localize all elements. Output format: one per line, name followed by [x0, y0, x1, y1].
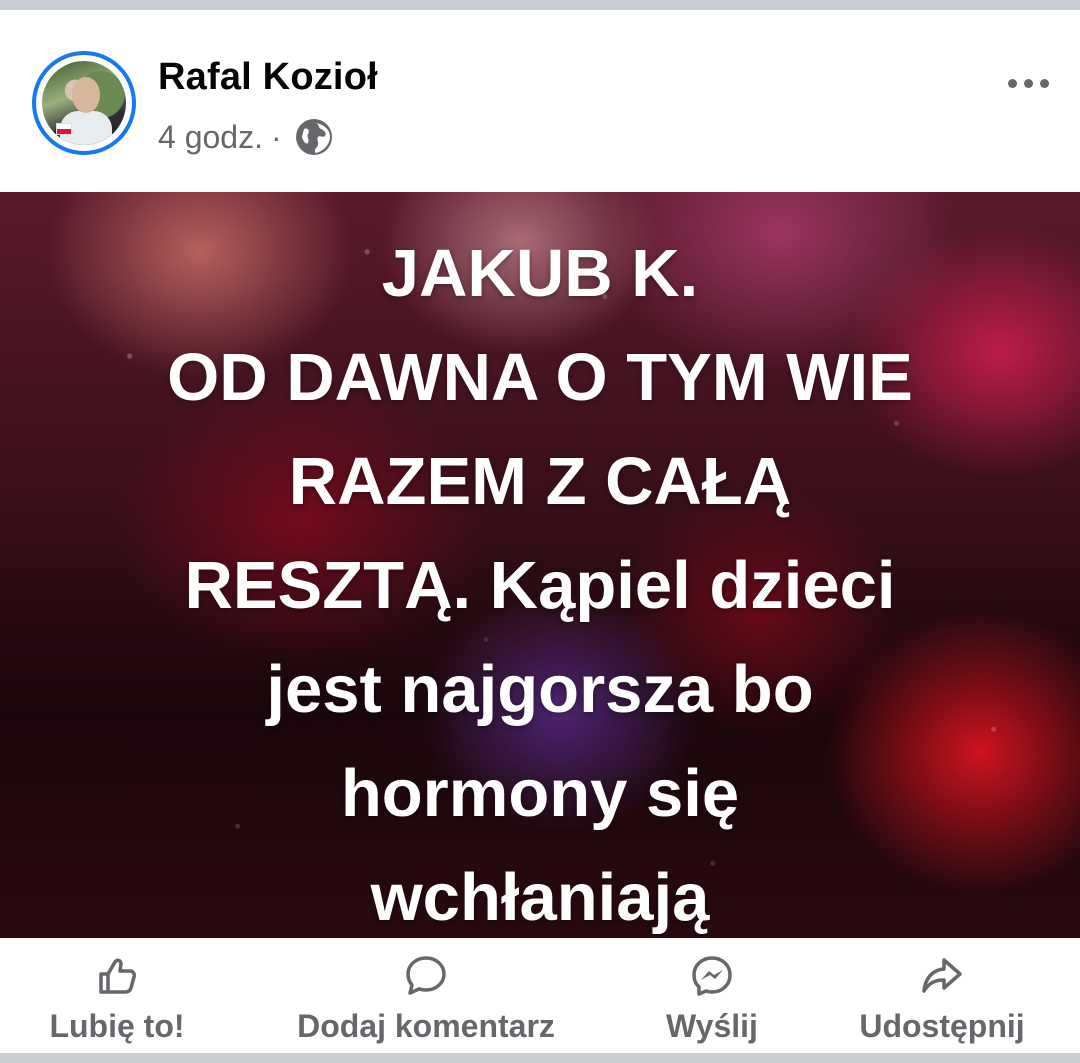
comment-button[interactable]: Dodaj komentarz — [280, 954, 572, 1045]
share-label: Udostępnij — [859, 1008, 1025, 1044]
bottom-divider — [0, 1053, 1080, 1063]
post-text-line: OD DAWNA O TYM WIE — [167, 340, 913, 415]
post-meta: 4 godz. · — [158, 117, 334, 157]
like-label: Lubię to! — [49, 1008, 185, 1044]
post-text-line: JAKUB K. — [381, 236, 699, 311]
thumbs-up-icon — [99, 958, 136, 994]
more-dots-icon — [1007, 78, 1017, 88]
post-text-line: hormony się — [340, 756, 740, 831]
comment-label: Dodaj komentarz — [297, 1008, 555, 1044]
avatar[interactable] — [32, 51, 136, 155]
like-button[interactable]: Lubię to! — [44, 954, 190, 1045]
post-text-line: RAZEM Z CAŁĄ — [288, 444, 792, 519]
avatar-photo — [42, 61, 126, 145]
meta-separator: · — [270, 118, 282, 155]
flag-badge-icon — [56, 123, 72, 135]
comment-icon — [406, 956, 446, 995]
send-button[interactable]: Wyślij — [660, 954, 764, 1045]
post-header: Rafal Kozioł 4 godz. · — [0, 20, 1080, 192]
post-image[interactable]: JAKUB K. OD DAWNA O TYM WIE RAZEM Z CAŁĄ… — [0, 192, 1080, 938]
globe-icon — [295, 119, 332, 155]
post-text-line: jest najgorsza bo — [266, 652, 814, 727]
post-text: JAKUB K. OD DAWNA O TYM WIE RAZEM Z CAŁĄ… — [40, 222, 1040, 938]
top-divider — [0, 0, 1080, 20]
send-label: Wyślij — [666, 1008, 758, 1044]
post-text-line: wchłaniają — [370, 860, 710, 935]
post-timestamp[interactable]: 4 godz. — [158, 119, 263, 156]
post-text-line: RESZTĄ. Kąpiel dzieci — [184, 548, 896, 623]
action-bar: Lubię to! Dodaj komentarz Wyślij Udostęp… — [0, 938, 1080, 1053]
more-options-button[interactable] — [996, 68, 1060, 98]
share-button[interactable]: Udostępnij — [850, 954, 1034, 1045]
author-name[interactable]: Rafal Kozioł — [158, 56, 378, 99]
messenger-icon — [692, 956, 732, 996]
share-icon — [922, 958, 962, 993]
